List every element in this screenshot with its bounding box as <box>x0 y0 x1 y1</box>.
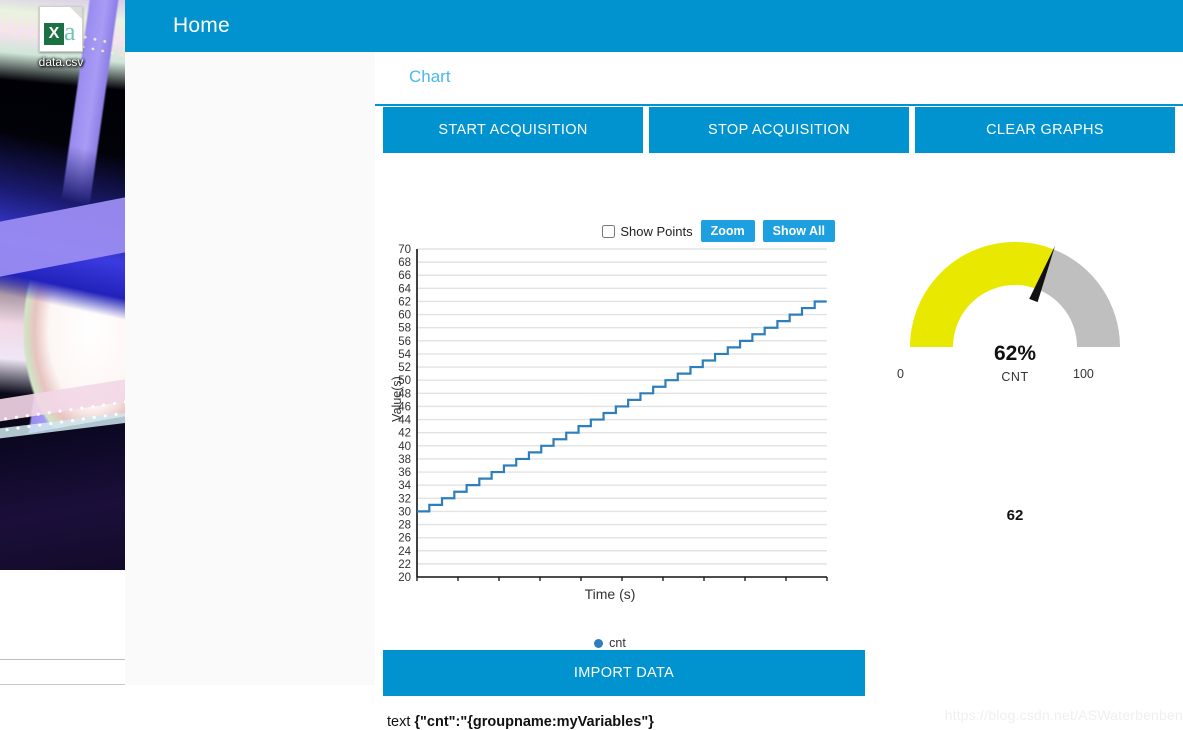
chart-controls: Show Points Zoom Show All <box>602 220 835 242</box>
y-axis-label: Value(s) <box>390 376 404 422</box>
desktop-wallpaper: X a data.csv <box>0 0 125 685</box>
svg-text:22: 22 <box>398 559 411 571</box>
svg-text:24: 24 <box>398 546 411 558</box>
tab-chart[interactable]: Chart <box>409 67 451 87</box>
svg-text:68: 68 <box>398 257 411 269</box>
letter-a-icon: a <box>64 17 76 46</box>
zoom-button[interactable]: Zoom <box>700 220 755 242</box>
import-data-button[interactable]: IMPORT DATA <box>383 650 865 696</box>
svg-text:26: 26 <box>398 533 411 545</box>
stop-acquisition-button[interactable]: STOP ACQUISITION <box>649 107 909 153</box>
desktop-file-label: data.csv <box>38 55 84 69</box>
show-points-checkbox[interactable] <box>602 224 616 238</box>
gauge-min-label: 0 <box>897 367 904 381</box>
status-text: text {"cnt":"{groupname:myVariables"} <box>387 714 654 730</box>
line-chart-svg[interactable]: 2022242628303234363840424446485052545658… <box>375 242 845 600</box>
app-window: Home Chart START ACQUISITION STOP ACQUIS… <box>125 0 1183 730</box>
svg-text:30: 30 <box>398 506 411 518</box>
panel-divider <box>0 659 125 660</box>
app-header: Home <box>125 0 1183 52</box>
svg-text:64: 64 <box>398 283 411 295</box>
svg-text:32: 32 <box>398 493 411 505</box>
svg-text:40: 40 <box>398 441 411 453</box>
show-points-toggle[interactable]: Show Points <box>602 223 693 239</box>
gauge-name-label: CNT <box>1001 370 1029 384</box>
csv-file-icon: X a <box>39 6 83 52</box>
gauge-max-label: 100 <box>1073 367 1094 381</box>
svg-text:58: 58 <box>398 323 411 335</box>
svg-text:20: 20 <box>398 572 411 584</box>
x-axis-label: Time (s) <box>584 586 636 602</box>
legend-label-cnt: cnt <box>609 636 626 650</box>
show-all-button[interactable]: Show All <box>762 220 835 242</box>
desktop-file-icon-data-csv[interactable]: X a data.csv <box>12 6 110 69</box>
page-title: Home <box>173 14 230 37</box>
svg-text:34: 34 <box>398 480 411 492</box>
start-acquisition-button[interactable]: START ACQUISITION <box>383 107 643 153</box>
tab-bar: Chart <box>375 52 1183 106</box>
clear-graphs-button[interactable]: CLEAR GRAPHS <box>915 107 1175 153</box>
chart-block: Show Points Zoom Show All 20 22 24 26 28 30 32… <box>375 162 865 730</box>
value-readout: 62 <box>1006 507 1024 524</box>
svg-text:28: 28 <box>398 520 411 532</box>
legend-marker-cnt <box>594 638 604 648</box>
gauge-percent-value: 62% <box>993 342 1037 365</box>
chart-card: Chart START ACQUISITION STOP ACQUISITION… <box>375 52 1183 730</box>
gauge-panel: 62% CNT 0 100 62 <box>875 162 1175 622</box>
svg-text:36: 36 <box>398 467 411 479</box>
app-content: Chart START ACQUISITION STOP ACQUISITION… <box>125 52 1183 730</box>
watermark-text: https://blog.csdn.net/ASWaterbenben <box>944 707 1183 723</box>
desktop-bottom-panel <box>0 570 125 685</box>
chart-legend: cnt <box>375 636 845 650</box>
svg-text:66: 66 <box>398 270 411 282</box>
status-prefix: text <box>387 714 415 730</box>
svg-text:62: 62 <box>398 296 411 308</box>
svg-text:60: 60 <box>398 310 411 322</box>
wallpaper-band <box>0 186 125 282</box>
excel-x-icon: X <box>44 23 64 45</box>
show-points-label: Show Points <box>620 223 693 239</box>
plot-area[interactable]: 20 22 24 26 28 30 32 34 36 38 40 42 44 46 48 50 52 54 56 58… <box>375 242 845 650</box>
svg-text:38: 38 <box>398 454 411 466</box>
svg-text:56: 56 <box>398 336 411 348</box>
svg-text:70: 70 <box>398 244 411 256</box>
status-payload: {"cnt":"{groupname:myVariables"} <box>414 714 654 730</box>
action-button-row: START ACQUISITION STOP ACQUISITION CLEAR… <box>375 107 1183 153</box>
